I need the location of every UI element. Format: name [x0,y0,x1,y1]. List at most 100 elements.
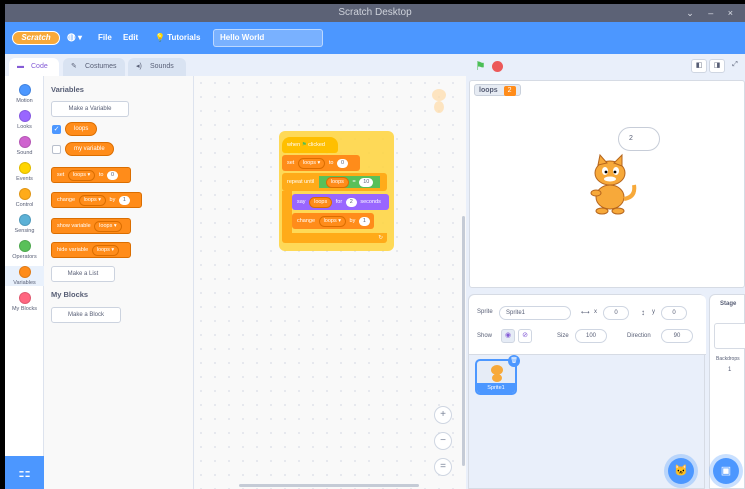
small-stage-button[interactable]: ◧ [691,59,707,73]
window-controls[interactable]: ⌄ – × [686,4,739,22]
variable-dropdown[interactable]: loops ▾ [94,221,122,232]
sprite-info: Sprite Sprite1 ⟷ x 0 ↕ y 0 Show ◉ ⊘ Size… [469,295,706,355]
value-input[interactable]: 0 [106,171,119,180]
zoom-reset-button[interactable]: = [434,458,452,476]
category-my-blocks[interactable]: My Blocks [5,292,44,312]
cat-sprite[interactable] [580,153,640,219]
value-input[interactable]: 1 [358,217,370,226]
show-variable-block[interactable]: show variable loops ▾ [51,218,131,234]
category-looks[interactable]: Looks [5,110,44,130]
when-flag-clicked-block[interactable]: when ⚑ clicked [282,137,338,153]
code-area[interactable]: when ⚑ clicked set loops ▾ to 0 repeat u… [194,76,466,489]
script-stack[interactable]: when ⚑ clicked set loops ▾ to 0 repeat u… [279,131,394,251]
tab-costumes[interactable]: ✎ Costumes [63,58,125,78]
value-input[interactable]: 1 [118,196,130,205]
fullscreen-button[interactable]: ⤢ [727,59,743,73]
value-input[interactable]: 10 [359,178,374,187]
category-sound[interactable]: Sound [5,136,44,156]
green-flag-button[interactable]: ⚑ [475,59,486,73]
change-loops-block[interactable]: change loops ▾ by 1 [292,213,374,229]
my-variable-checkbox[interactable] [52,145,61,154]
value-input[interactable]: 2 [345,198,357,207]
tab-sounds[interactable]: ◂) Sounds [128,58,186,78]
category-motion[interactable]: Motion [5,84,44,104]
repeat-until-block[interactable]: repeat until loops = 10 [282,173,387,191]
my-variable-reporter[interactable]: my variable [65,142,114,156]
show-visible-button[interactable]: ◉ [501,329,515,343]
say-for-seconds-block[interactable]: say loops for 2 seconds [292,194,389,210]
cat-add-icon: 🐱 [674,465,688,477]
variable-dropdown[interactable]: loops ▾ [91,245,120,256]
variable-dropdown[interactable]: loops ▾ [67,170,96,181]
stop-button[interactable] [492,61,503,72]
loops-reporter[interactable]: loops [65,122,98,136]
block-text: set [57,172,65,178]
choose-backdrop-button[interactable]: ▣ [713,458,739,484]
category-events[interactable]: Events [5,162,44,182]
backdrop-thumbnail[interactable] [714,323,745,349]
large-stage-button[interactable]: ◨ [709,59,725,73]
speech-bubble: 2 [618,127,660,151]
hide-variable-block[interactable]: hide variable loops ▾ [51,242,131,258]
make-variable-button[interactable]: Make a Variable [51,101,129,117]
sprite-thumb-label: Sprite1 [477,383,515,393]
variable-dropdown[interactable]: loops ▾ [318,216,347,227]
monitor-label: loops [479,87,498,94]
category-label: Operators [12,254,37,260]
category-control[interactable]: Control [5,188,44,208]
equals-operator[interactable]: loops = 10 [318,176,381,188]
code-horizontal-scrollbar[interactable] [239,484,419,487]
make-list-button[interactable]: Make a List [51,266,115,282]
set-variable-block[interactable]: set loops ▾ to 0 [51,167,131,183]
change-variable-block[interactable]: change loops ▾ by 1 [51,192,142,208]
y-input[interactable]: 0 [661,306,687,320]
stage-header: ⚑ ◧ ◨ ⤢ [468,54,745,80]
loops-checkbox[interactable]: ✓ [52,125,61,134]
loops-monitor[interactable]: loops 2 [474,84,521,96]
my-blocks-heading: My Blocks [51,290,89,299]
editor-tabs: ▬ Code ✎ Costumes ◂) Sounds [5,54,193,78]
myblocks-dot-icon [18,292,31,304]
set-loops-block[interactable]: set loops ▾ to 0 [282,155,360,171]
value-input[interactable]: 0 [336,159,349,168]
code-vertical-scrollbar[interactable] [462,216,465,466]
project-title-input[interactable]: Hello World [213,29,323,47]
backdrops-label: Backdrops [716,356,740,362]
delete-sprite-button[interactable]: 🗑 [508,355,520,367]
tab-code[interactable]: ▬ Code [9,58,59,78]
variable-dropdown[interactable]: loops ▾ [297,158,326,169]
loops-reporter[interactable]: loops [325,177,349,188]
category-operators[interactable]: Operators [5,240,44,260]
category-variables[interactable]: Variables [5,266,44,286]
x-input[interactable]: 0 [603,306,629,320]
category-sensing[interactable]: Sensing [5,214,44,234]
repeat-bottom: ↻ [282,233,387,243]
direction-input[interactable]: 90 [661,329,693,343]
show-label: Show [477,333,493,339]
tutorials-menu[interactable]: 💡 Tutorials [155,31,200,45]
loops-reporter[interactable]: loops [309,197,333,208]
zoom-out-button[interactable]: − [434,432,452,450]
show-hidden-button[interactable]: ⊘ [518,329,532,343]
block-text: to [98,172,104,178]
choose-sprite-button[interactable]: 🐱 [668,458,694,484]
sprite-ghost-icon [432,89,446,113]
globe-icon: ◍ [67,32,76,43]
speaker-icon: ◂) [136,63,142,70]
add-extension-button[interactable]: ⚏ [5,456,44,489]
language-menu[interactable]: ◍ ▾ [67,31,82,45]
green-flag-icon: ⚑ [301,142,307,148]
sprite-name-input[interactable]: Sprite1 [499,306,571,320]
edit-menu[interactable]: Edit [123,31,138,45]
make-block-button[interactable]: Make a Block [51,307,121,323]
size-input[interactable]: 100 [575,329,607,343]
events-dot-icon [18,162,31,174]
backdrops-count: 1 [728,367,732,373]
sound-dot-icon [18,136,31,148]
file-menu[interactable]: File [98,31,112,45]
variable-dropdown[interactable]: loops ▾ [78,195,107,206]
scratch-logo[interactable]: Scratch [12,31,60,45]
stage-canvas[interactable]: loops 2 2 [469,80,745,288]
zoom-in-button[interactable]: + [434,406,452,424]
category-label: Motion [16,98,33,104]
